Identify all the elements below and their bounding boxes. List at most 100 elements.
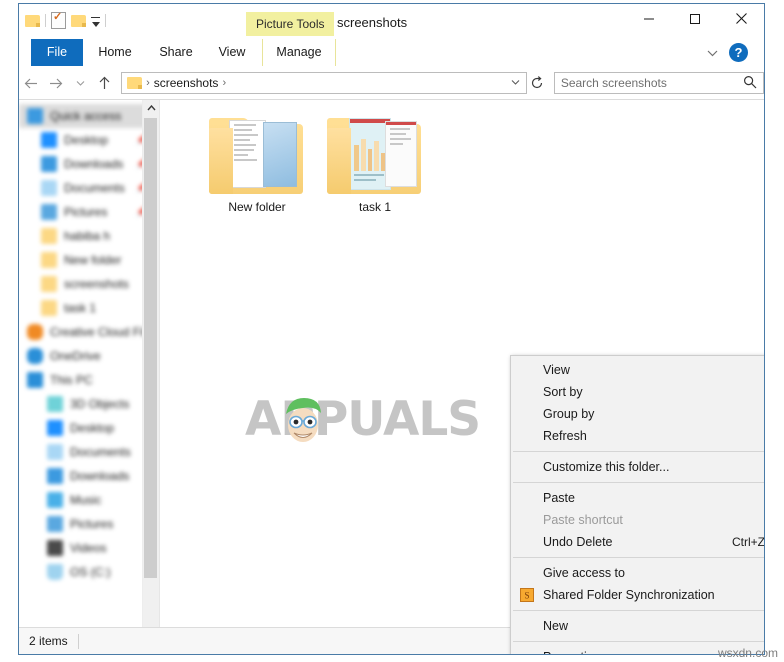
chevron-down-icon[interactable] [704,45,720,61]
documents-icon [47,444,63,460]
menu-item-refresh[interactable]: Refresh [511,425,764,447]
folder-thumbnail-document [207,116,307,196]
sidebar-item-music[interactable]: Music [19,488,159,512]
sidebar-item-desktop[interactable]: Desktop📌 [19,128,159,152]
list-item[interactable]: task 1 [320,116,430,214]
sidebar-item-creative-cloud-files[interactable]: Creative Cloud Files [19,320,159,344]
sidebar-item-desktop[interactable]: Desktop [19,416,159,440]
properties-icon[interactable] [51,10,66,29]
sidebar-item-label: Pictures [64,205,108,219]
sidebar-item-new-folder[interactable]: New folder [19,248,159,272]
nav-pane-scrollbar[interactable] [142,100,159,627]
sidebar-item-pictures[interactable]: Pictures [19,512,159,536]
sidebar-item-os-c[interactable]: OS (C:) [19,560,159,584]
sidebar-item-downloads[interactable]: Downloads📌 [19,152,159,176]
status-item-count: 2 items [29,634,68,648]
sidebar-item-label: task 1 [64,301,97,315]
file-list-view[interactable]: New folder task 1 APPUALS View Sort by G… [159,100,764,654]
toolbar-separator [105,14,106,27]
menu-item-new[interactable]: New [511,615,764,637]
sidebar-item-habiba-h[interactable]: habiba h [19,224,159,248]
menu-separator [513,610,764,611]
minimize-button[interactable] [626,4,672,33]
sidebar-item-pictures[interactable]: Pictures📌 [19,200,159,224]
title-bar: Picture Tools screenshots [19,4,764,39]
tab-home[interactable]: Home [83,39,147,66]
context-menu[interactable]: View Sort by Group by Refresh Customize this… [510,355,764,654]
contextual-tab-group-label: Picture Tools [246,12,335,36]
forward-button[interactable] [44,70,69,96]
window-controls [626,4,764,33]
back-button[interactable] [19,70,44,96]
menu-item-undo-delete[interactable]: Undo Delete Ctrl+Z [511,531,764,553]
list-item-label: New folder [228,200,286,214]
this-pc-icon [27,372,43,388]
documents-icon [41,180,57,196]
menu-item-group-by[interactable]: Group by [511,403,764,425]
folder-icon[interactable] [25,14,40,27]
list-item[interactable]: New folder [202,116,312,214]
up-button[interactable] [93,70,118,96]
sidebar-item-label: Documents [64,181,125,195]
menu-separator [513,482,764,483]
menu-separator [513,557,764,558]
close-button[interactable] [718,4,764,33]
menu-item-customize-this-folder[interactable]: Customize this folder... [511,456,764,478]
sidebar-item-label: Downloads [70,469,130,483]
sidebar-item-3d-objects[interactable]: 3D Objects [19,392,159,416]
search-icon[interactable] [743,75,757,92]
desktop-icon [41,132,57,148]
sidebar-item-this-pc[interactable]: This PC [19,368,159,392]
new-folder-icon[interactable] [71,14,86,27]
pictures-icon [41,204,57,220]
music-icon [47,492,63,508]
address-input[interactable]: › screenshots › [121,72,528,94]
quick-access-icon [27,108,43,124]
tab-file[interactable]: File [31,39,83,66]
explorer-body: Quick access Desktop📌Downloads📌Documents📌… [19,99,764,654]
menu-separator [513,451,764,452]
scroll-up-icon[interactable] [143,100,159,116]
menu-item-paste[interactable]: Paste [511,487,764,509]
sidebar-item-quick-access[interactable]: Quick access [19,104,159,128]
onedrive-icon [27,348,43,364]
navigation-tree: Quick access Desktop📌Downloads📌Documents📌… [19,100,159,584]
quick-access-toolbar [25,10,106,29]
maximize-button[interactable] [672,4,718,33]
help-button[interactable]: ? [729,43,748,62]
status-separator [77,633,79,649]
sidebar-item-downloads[interactable]: Downloads [19,464,159,488]
svg-text:S: S [524,591,529,601]
creative-cloud-icon [27,324,43,340]
sidebar-item-videos[interactable]: Videos [19,536,159,560]
tab-view[interactable]: View [205,39,259,66]
sidebar-item-task-1[interactable]: task 1 [19,296,159,320]
menu-item-view[interactable]: View [511,359,764,381]
customize-dropdown-icon[interactable] [91,16,100,27]
menu-item-label: Properties [543,650,600,654]
refresh-button[interactable] [527,72,548,94]
sidebar-item-screenshots[interactable]: screenshots [19,272,159,296]
tab-share[interactable]: Share [147,39,205,66]
breadcrumb-separator[interactable]: › [221,77,227,89]
menu-item-sort-by[interactable]: Sort by [511,381,764,403]
sidebar-item-label: Videos [70,541,107,555]
menu-item-give-access-to[interactable]: Give access to [511,562,764,584]
ribbon-tab-strip: File Home Share View Manage ? [19,39,764,68]
appuals-mascot-icon [286,398,321,442]
menu-item-shared-folder-synchronization[interactable]: S Shared Folder Synchronization [511,584,764,606]
sidebar-item-documents[interactable]: Documents📌 [19,176,159,200]
downloads-icon [41,156,57,172]
sidebar-item-documents[interactable]: Documents [19,440,159,464]
pictures-icon [47,516,63,532]
search-input[interactable]: Search screenshots [553,72,764,94]
tab-manage[interactable]: Manage [262,39,336,66]
chevron-down-icon[interactable] [511,78,524,89]
toolbar-separator [45,14,46,27]
appuals-watermark: APPUALS [245,396,481,443]
recent-locations-button[interactable] [68,70,93,96]
sidebar-item-onedrive[interactable]: OneDrive [19,344,159,368]
scrollbar-thumb[interactable] [144,118,157,578]
breadcrumb-screenshots[interactable]: screenshots [151,76,222,90]
search-placeholder: Search screenshots [560,76,667,90]
